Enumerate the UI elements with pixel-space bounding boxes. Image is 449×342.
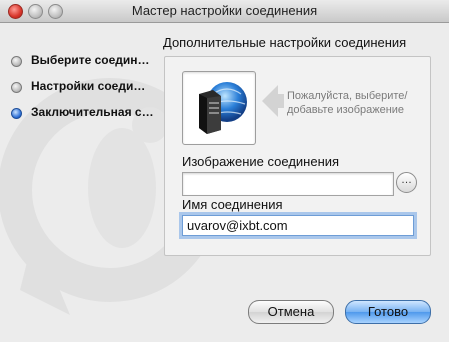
cancel-button[interactable]: Отмена: [248, 300, 334, 324]
panel-heading: Дополнительные настройки соединения: [163, 35, 407, 50]
step-label: Настройки соеди…: [31, 79, 146, 93]
left-arrow-hint-icon: [262, 85, 284, 117]
connection-image-input[interactable]: [182, 172, 394, 196]
wizard-step: Настройки соеди…: [0, 76, 160, 102]
wizard-step-active: Заключительная с…: [0, 102, 160, 128]
window-title: Мастер настройки соединения: [131, 3, 318, 18]
wizard-steps: Выберите соедин… Настройки соеди… Заключ…: [0, 50, 160, 128]
server-globe-icon: [199, 82, 247, 134]
browse-button[interactable]: …: [396, 172, 417, 193]
step-bullet-icon: [11, 82, 22, 93]
wizard-step: Выберите соедин…: [0, 50, 160, 76]
step-bullet-active-icon: [11, 108, 22, 119]
done-button[interactable]: Готово: [345, 300, 431, 324]
connection-name-input[interactable]: [182, 215, 414, 236]
step-label: Выберите соедин…: [31, 53, 150, 67]
title-bar: Мастер настройки соединения: [0, 0, 449, 23]
connection-image-well[interactable]: [182, 71, 256, 145]
image-hint-text: Пожалуйста, выберите/добавьте изображени…: [287, 90, 408, 116]
step-bullet-icon: [11, 56, 22, 67]
connection-image-label: Изображение соединения: [182, 154, 340, 169]
step-label: Заключительная с…: [31, 105, 154, 119]
connection-name-label: Имя соединения: [182, 197, 283, 212]
settings-panel: Пожалуйста, выберите/добавьте изображени…: [164, 56, 431, 256]
wizard-window: Мастер настройки соединения Выберите сое…: [0, 0, 449, 342]
